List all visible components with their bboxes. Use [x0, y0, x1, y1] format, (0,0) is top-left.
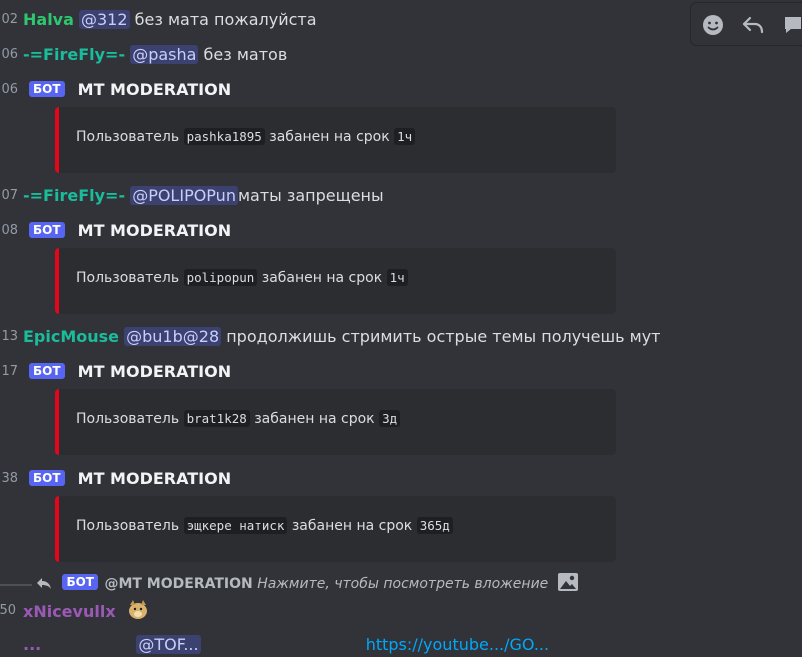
message-text: без матов	[203, 45, 288, 64]
timestamp: :08	[0, 223, 18, 238]
message-row: :02 Halva @312 без мата пожалуйста	[0, 8, 317, 32]
bot-message-header: :06 БОТ MT MODERATION	[0, 78, 231, 102]
embed-description: Пользователь polipopun забанен на срок 1…	[76, 269, 408, 286]
bot-name[interactable]: MT MODERATION	[78, 221, 231, 240]
embed-description: Пользователь pashka1895 забанен на срок …	[76, 128, 416, 145]
message-row: :50 xNicevullx	[0, 599, 149, 623]
embed-middle-text: забанен на срок	[269, 129, 390, 145]
message-link[interactable]: https://youtube.../GO...	[366, 635, 549, 654]
embed-middle-text: забанен на срок	[291, 518, 413, 534]
author-name[interactable]: xNicevullx	[23, 602, 116, 621]
message-text: без мата пожалуйста	[134, 10, 317, 29]
bot-name[interactable]: MT MODERATION	[78, 362, 231, 381]
bot-badge: БОТ	[29, 363, 65, 379]
embed-description: Пользователь эщкере натиск забанен на ср…	[76, 517, 453, 534]
reply-hint: Нажмите, чтобы посмотреть вложение	[257, 576, 549, 592]
author-name[interactable]: -=FireFly=-	[23, 186, 125, 205]
reply-icon	[36, 575, 54, 599]
user-mention[interactable]: @POLIPOPun	[130, 186, 238, 205]
message-actions-toolbar	[690, 2, 802, 46]
user-mention[interactable]: @312	[79, 10, 130, 29]
embed-middle-text: забанен на срок	[261, 270, 383, 286]
message-row: :06 -=FireFly=- @pasha без матов	[0, 43, 287, 67]
moderation-embed: Пользователь pashka1895 забанен на срок …	[55, 107, 616, 173]
more-icon[interactable]	[779, 11, 802, 39]
bot-badge: БОТ	[29, 222, 65, 238]
embed-duration: 3д	[379, 410, 401, 427]
embed-username: эщкере натиск	[183, 517, 288, 534]
user-mention[interactable]: @bu1b@28	[124, 327, 222, 346]
bot-badge: БОТ	[29, 81, 65, 97]
reply-icon[interactable]	[739, 11, 767, 39]
embed-prefix: Пользователь	[76, 270, 180, 286]
timestamp: :13	[0, 329, 18, 344]
timestamp: :38	[0, 471, 18, 486]
user-mention[interactable]: @TOF...	[136, 635, 201, 654]
timestamp: :17	[0, 364, 18, 379]
image-icon	[557, 572, 579, 600]
bot-badge: БОТ	[62, 574, 98, 590]
embed-prefix: Пользователь	[76, 129, 180, 145]
bot-message-header: :38 БОТ MT MODERATION	[0, 467, 231, 491]
timestamp: :02	[0, 12, 18, 27]
embed-duration: 1ч	[386, 269, 408, 286]
embed-description: Пользователь brat1k28 забанен на срок 3д	[76, 410, 401, 427]
embed-prefix: Пользователь	[76, 411, 180, 427]
message-row: :13 EpicMouse @bu1b@28 продолжишь стрими…	[0, 325, 660, 349]
message-text: маты запрещены	[237, 186, 384, 205]
message-row: :07 -=FireFly=- @POLIPOPunматы запрещены	[0, 184, 384, 208]
embed-middle-text: забанен на срок	[254, 411, 375, 427]
embed-username: pashka1895	[183, 128, 265, 145]
timestamp: :50	[0, 603, 16, 618]
author-name[interactable]: -=FireFly=-	[23, 45, 125, 64]
bot-badge: БОТ	[29, 470, 65, 486]
emoji-doge	[127, 599, 149, 628]
message-row-partial: ... @TOF... https://youtube.../GO...	[23, 633, 549, 657]
bot-name[interactable]: MT MODERATION	[78, 469, 231, 488]
bot-name[interactable]: MT MODERATION	[78, 80, 231, 99]
reply-preview[interactable]: БОТ @MT MODERATION Нажмите, чтобы посмот…	[36, 572, 579, 596]
moderation-embed: Пользователь brat1k28 забанен на срок 3д	[55, 389, 616, 455]
timestamp: :06	[0, 47, 18, 62]
reply-author[interactable]: @MT MODERATION	[104, 576, 252, 592]
message-text: продолжишь стримить острые темы получешь…	[226, 327, 661, 346]
embed-prefix: Пользователь	[76, 518, 180, 534]
embed-username: brat1k28	[183, 410, 250, 427]
bot-message-header: :17 БОТ MT MODERATION	[0, 360, 231, 384]
bot-message-header: :08 БОТ MT MODERATION	[0, 219, 231, 243]
embed-duration: 365д	[416, 517, 453, 534]
add-reaction-icon[interactable]	[699, 11, 727, 39]
reply-connector	[0, 584, 32, 594]
moderation-embed: Пользователь эщкере натиск забанен на ср…	[55, 496, 616, 562]
author-name[interactable]: EpicMouse	[23, 327, 119, 346]
timestamp: :06	[0, 82, 18, 97]
embed-duration: 1ч	[394, 128, 416, 145]
author-name[interactable]: Halva	[23, 10, 74, 29]
timestamp: :07	[0, 188, 18, 203]
moderation-embed: Пользователь polipopun забанен на срок 1…	[55, 248, 616, 314]
embed-username: polipopun	[183, 269, 258, 286]
user-mention[interactable]: @pasha	[130, 45, 199, 64]
author-name[interactable]: ...	[23, 635, 41, 654]
